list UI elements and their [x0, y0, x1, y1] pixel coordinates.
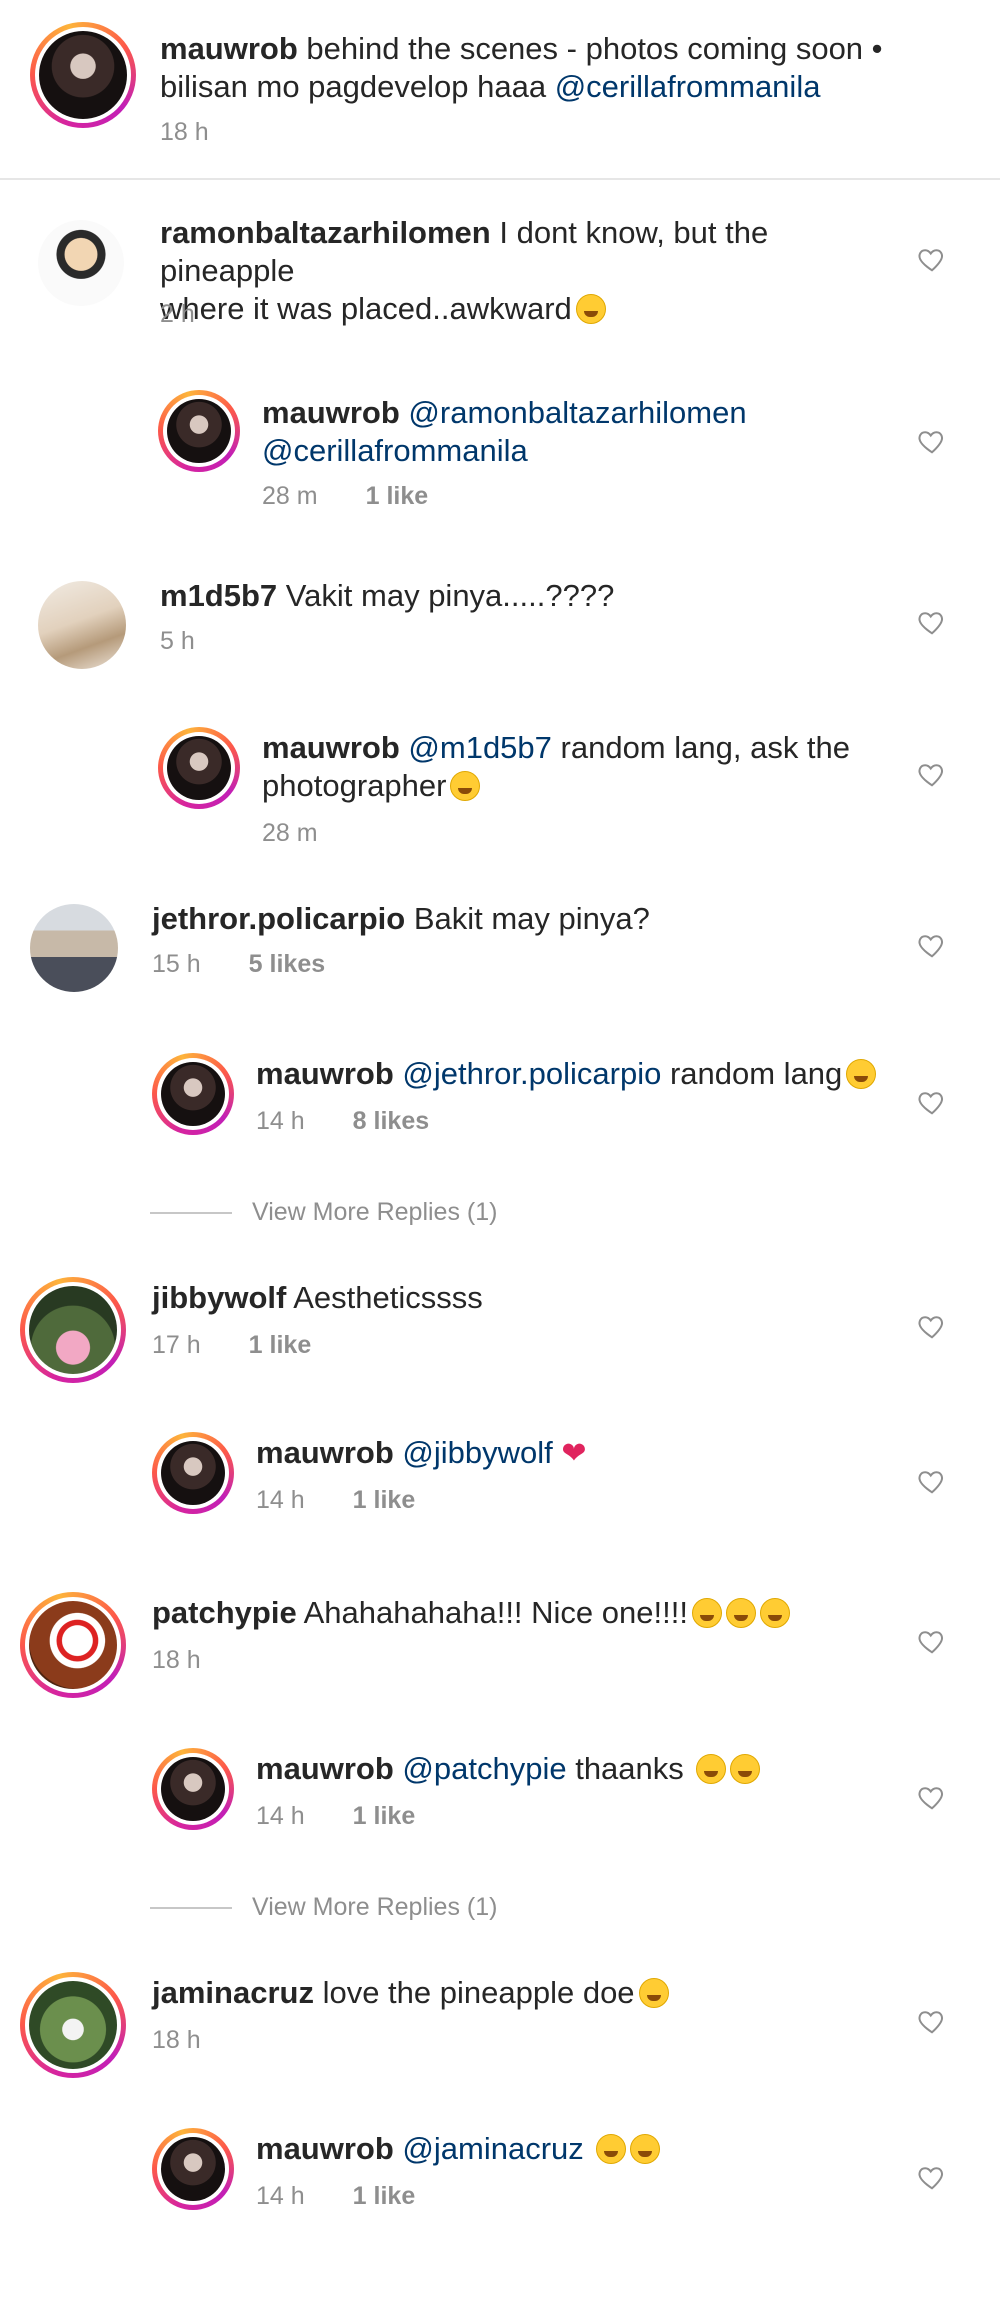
- comment-username[interactable]: jaminacruz: [152, 1975, 314, 2010]
- caption-time: 18 h: [160, 118, 209, 146]
- comment-username[interactable]: mauwrob: [256, 1751, 394, 1786]
- likes-count[interactable]: 8 likes: [353, 1107, 429, 1135]
- heart-outline-icon[interactable]: [915, 2160, 949, 2194]
- avatar[interactable]: [152, 1053, 234, 1135]
- avatar[interactable]: [158, 390, 240, 472]
- mention-link[interactable]: @ramonbaltazarhilomen: [400, 395, 746, 430]
- comment-username[interactable]: ramonbaltazarhilomen: [160, 215, 491, 250]
- heart-outline-icon[interactable]: [915, 2004, 949, 2038]
- comment-username[interactable]: mauwrob: [262, 730, 400, 765]
- avatar[interactable]: [20, 1277, 126, 1383]
- caption-username[interactable]: mauwrob: [160, 31, 298, 66]
- heart-outline-icon[interactable]: [915, 242, 949, 276]
- likes-count[interactable]: 5 likes: [249, 950, 325, 978]
- laughing-emoji-icon: [638, 1978, 669, 2008]
- avatar[interactable]: [38, 220, 124, 306]
- avatar[interactable]: [30, 904, 118, 992]
- heart-outline-icon[interactable]: [915, 605, 949, 639]
- upside-down-face-emoji-icon: [696, 1754, 727, 1784]
- avatar[interactable]: [158, 727, 240, 809]
- comment-username[interactable]: jethror.policarpio: [152, 901, 405, 936]
- post-caption: mauwrob behind the scenes - photos comin…: [0, 0, 1000, 180]
- red-heart-emoji-icon: ❤: [561, 1437, 587, 1470]
- laughing-emoji-icon: [691, 1598, 722, 1628]
- mention-link[interactable]: @cerillafrommanila: [555, 69, 821, 104]
- laughing-emoji-icon: [725, 1598, 756, 1628]
- avatar[interactable]: [30, 22, 136, 128]
- mention-link[interactable]: @jaminacruz: [394, 2131, 583, 2166]
- comment-username[interactable]: patchypie: [152, 1595, 297, 1630]
- likes-count[interactable]: 1 like: [249, 1331, 312, 1359]
- laughing-emoji-icon: [759, 1598, 790, 1628]
- laughing-emoji-icon: [846, 1059, 877, 1089]
- comment-meta: 14 h1 like: [256, 1486, 416, 1514]
- avatar[interactable]: [152, 1432, 234, 1514]
- mention-link[interactable]: @m1d5b7: [400, 730, 552, 765]
- view-more-replies[interactable]: View More Replies (1): [150, 1893, 497, 1922]
- comment-time: 2 h: [160, 300, 195, 328]
- comment-time: 28 m: [262, 819, 318, 847]
- comment-meta: 28 m1 like: [262, 482, 429, 510]
- heart-outline-icon[interactable]: [915, 1309, 949, 1343]
- avatar[interactable]: [20, 1972, 126, 2078]
- likes-count[interactable]: 1 like: [353, 1486, 416, 1514]
- heart-outline-icon[interactable]: [915, 1780, 949, 1814]
- mention-link[interactable]: @jibbywolf: [394, 1435, 552, 1470]
- comment-username[interactable]: mauwrob: [256, 1435, 394, 1470]
- comment-username[interactable]: mauwrob: [256, 1056, 394, 1091]
- mention-link[interactable]: @cerillafrommanila: [262, 433, 528, 468]
- heart-outline-icon[interactable]: [915, 928, 949, 962]
- thinking-emoji-icon: [575, 294, 606, 324]
- heart-outline-icon[interactable]: [915, 757, 949, 791]
- comment-time: 5 h: [160, 627, 195, 655]
- mention-link[interactable]: @jethror.policarpio: [394, 1056, 661, 1091]
- avatar[interactable]: [20, 1592, 126, 1698]
- comment-meta: 14 h8 likes: [256, 1107, 430, 1135]
- avatar[interactable]: [38, 581, 126, 669]
- upside-down-face-emoji-icon: [596, 2134, 627, 2164]
- comment-username[interactable]: mauwrob: [262, 395, 400, 430]
- laughing-emoji-icon: [730, 1754, 761, 1784]
- heart-outline-icon[interactable]: [915, 1464, 949, 1498]
- comment-username[interactable]: m1d5b7: [160, 578, 277, 613]
- heart-outline-icon[interactable]: [915, 1624, 949, 1658]
- heart-outline-icon[interactable]: [915, 424, 949, 458]
- comment-meta: 15 h5 likes: [152, 950, 326, 978]
- comment-username[interactable]: jibbywolf: [152, 1280, 286, 1315]
- likes-count[interactable]: 1 like: [353, 2182, 416, 2210]
- laughing-emoji-icon: [450, 771, 481, 801]
- avatar[interactable]: [152, 1748, 234, 1830]
- comment-meta: 14 h1 like: [256, 2182, 416, 2210]
- upside-down-face-emoji-icon: [630, 2134, 661, 2164]
- caption-text: mauwrob behind the scenes - photos comin…: [160, 31, 883, 104]
- comment-username[interactable]: mauwrob: [256, 2131, 394, 2166]
- view-more-replies[interactable]: View More Replies (1): [150, 1198, 497, 1227]
- likes-count[interactable]: 1 like: [353, 1802, 416, 1830]
- heart-outline-icon[interactable]: [915, 1085, 949, 1119]
- likes-count[interactable]: 1 like: [366, 482, 429, 510]
- comment-time: 18 h: [152, 2026, 201, 2054]
- comment-time: 18 h: [152, 1646, 201, 1674]
- comment-meta: 17 h1 like: [152, 1331, 312, 1359]
- comment-meta: 14 h1 like: [256, 1802, 416, 1830]
- avatar[interactable]: [152, 2128, 234, 2210]
- mention-link[interactable]: @patchypie: [394, 1751, 566, 1786]
